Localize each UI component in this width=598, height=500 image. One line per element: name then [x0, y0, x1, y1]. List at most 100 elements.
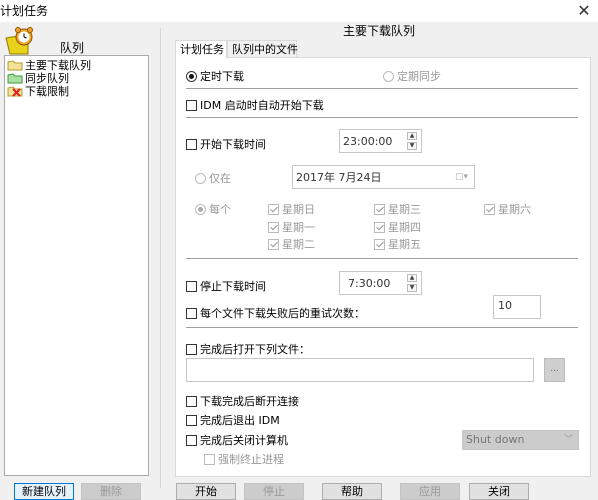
checkbox-label: 完成后关闭计算机: [200, 434, 288, 447]
checkbox-hangup[interactable]: 下载完成后断开连接: [186, 393, 299, 409]
checkbox-box[interactable]: [268, 221, 279, 233]
tab-files-in-queue[interactable]: 队列中的文件: [227, 40, 298, 58]
queue-item-limit[interactable]: 下载限制: [7, 84, 69, 98]
radio-periodic-sync[interactable]: 定期同步: [383, 68, 441, 84]
browse-button[interactable]: ...: [544, 358, 565, 382]
radio-timed-download[interactable]: 定时下载: [186, 68, 244, 84]
spin-down-icon[interactable]: ▼: [407, 142, 417, 150]
panel-title: 主要下载队列: [342, 24, 415, 38]
checkbox-saturday[interactable]: 星期六: [484, 201, 531, 217]
retry-count-input[interactable]: 10: [493, 295, 541, 319]
checkbox-shutdown[interactable]: 完成后关闭计算机: [186, 432, 288, 448]
separator: [186, 258, 578, 259]
scheduler-clock-icon: [5, 27, 33, 55]
calendar-dropdown-icon[interactable]: ▢▾: [455, 172, 469, 182]
checkbox-start-on-launch[interactable]: IDM 启动时自动开始下载: [186, 97, 324, 113]
radio-indicator[interactable]: [195, 172, 206, 184]
radio-label: 定期同步: [397, 70, 441, 83]
queue-list[interactable]: 主要下载队列 同步队列 下载限制: [4, 55, 149, 476]
folder-yellow-icon: [7, 59, 23, 70]
queues-heading: 队列: [60, 41, 85, 55]
panel-divider: [160, 28, 161, 488]
shutdown-mode-select[interactable]: Shut down ﹀: [462, 430, 579, 450]
checkbox-retry-count[interactable]: 每个文件下载失败后的重试次数：: [186, 305, 365, 321]
help-button[interactable]: 帮助: [322, 483, 382, 500]
checkbox-box[interactable]: [186, 138, 197, 150]
checkbox-box[interactable]: [268, 203, 279, 215]
checkbox-force-kill[interactable]: 强制终止进程: [204, 451, 284, 467]
checkbox-box[interactable]: [186, 395, 197, 407]
checkbox-box[interactable]: [204, 453, 215, 465]
checkbox-label: 星期四: [388, 221, 421, 234]
radio-indicator[interactable]: [186, 70, 197, 82]
checkbox-label: 星期一: [282, 221, 315, 234]
checkbox-box[interactable]: [186, 343, 197, 355]
checkbox-friday[interactable]: 星期五: [374, 236, 421, 252]
checkbox-open-file[interactable]: 完成后打开下列文件：: [186, 341, 310, 357]
checkbox-monday[interactable]: 星期一: [268, 219, 315, 235]
start-time-input[interactable]: 23:00:00 ▲ ▼: [339, 129, 422, 153]
checkbox-label: 星期五: [388, 238, 421, 251]
checkbox-stop-time[interactable]: 停止下载时间: [186, 278, 266, 294]
checkbox-label: IDM 启动时自动开始下载: [200, 99, 324, 112]
separator: [186, 327, 578, 328]
date-picker[interactable]: 2017年 7月24日 ▢▾: [292, 165, 475, 189]
spin-down-icon[interactable]: ▼: [407, 284, 417, 292]
checkbox-thursday[interactable]: 星期四: [374, 219, 421, 235]
spin-up-icon[interactable]: ▲: [407, 132, 417, 140]
checkbox-tuesday[interactable]: 星期二: [268, 236, 315, 252]
radio-only-on[interactable]: 仅在: [195, 170, 231, 186]
delete-queue-button[interactable]: 删除: [81, 483, 141, 500]
close-button[interactable]: 关闭: [469, 483, 529, 500]
window-title: 计划任务: [0, 4, 49, 18]
radio-indicator[interactable]: [195, 203, 206, 215]
new-queue-button[interactable]: 新建队列: [14, 483, 74, 500]
checkbox-box[interactable]: [484, 203, 495, 215]
checkbox-box[interactable]: [268, 238, 279, 250]
radio-label: 定时下载: [200, 70, 244, 83]
checkbox-box[interactable]: [374, 221, 385, 233]
checkbox-box[interactable]: [186, 414, 197, 426]
date-value: 2017年 7月24日: [296, 171, 382, 184]
radio-label: 仅在: [209, 172, 231, 185]
checkbox-wednesday[interactable]: 星期三: [374, 201, 421, 217]
close-icon[interactable]: ✕: [570, 0, 598, 22]
checkbox-box[interactable]: [186, 434, 197, 446]
separator: [186, 88, 578, 89]
checkbox-label: 星期日: [282, 203, 315, 216]
folder-green-icon: [7, 72, 23, 83]
stop-time-value: 7:30:00: [348, 276, 391, 290]
tab-schedule[interactable]: 计划任务: [175, 40, 227, 59]
spin-up-icon[interactable]: ▲: [407, 274, 417, 282]
start-time-value: 23:00:00: [343, 134, 393, 148]
checkbox-label: 每个文件下载失败后的重试次数：: [200, 307, 365, 320]
checkbox-box[interactable]: [186, 280, 197, 292]
apply-button[interactable]: 应用: [400, 483, 460, 500]
checkbox-box[interactable]: [186, 99, 197, 111]
checkbox-label: 星期三: [388, 203, 421, 216]
checkbox-label: 星期二: [282, 238, 315, 251]
checkbox-start-time[interactable]: 开始下载时间: [186, 136, 266, 152]
stop-time-input[interactable]: 7:30:00 ▲ ▼: [339, 271, 422, 295]
checkbox-label: 完成后打开下列文件：: [200, 343, 310, 356]
checkbox-box[interactable]: [374, 203, 385, 215]
queue-item-label: 下载限制: [25, 84, 69, 98]
stop-button[interactable]: 停止: [244, 483, 304, 500]
checkbox-sunday[interactable]: 星期日: [268, 201, 315, 217]
checkbox-box[interactable]: [374, 238, 385, 250]
separator: [186, 117, 578, 118]
checkbox-label: 下载完成后断开连接: [200, 395, 299, 408]
checkbox-label: 停止下载时间: [200, 280, 266, 293]
start-button[interactable]: 开始: [176, 483, 236, 500]
title-bar: 计划任务 ✕: [0, 0, 598, 22]
checkbox-label: 强制终止进程: [218, 453, 284, 466]
radio-every[interactable]: 每个: [195, 201, 231, 217]
folder-red-x-icon: [7, 85, 23, 97]
radio-label: 每个: [209, 203, 231, 216]
checkbox-label: 开始下载时间: [200, 138, 266, 151]
checkbox-exit-idm[interactable]: 完成后退出 IDM: [186, 412, 280, 428]
checkbox-box[interactable]: [186, 307, 197, 319]
open-file-path-input[interactable]: [186, 358, 534, 382]
radio-indicator[interactable]: [383, 70, 394, 82]
chevron-down-icon: ﹀: [563, 435, 573, 445]
